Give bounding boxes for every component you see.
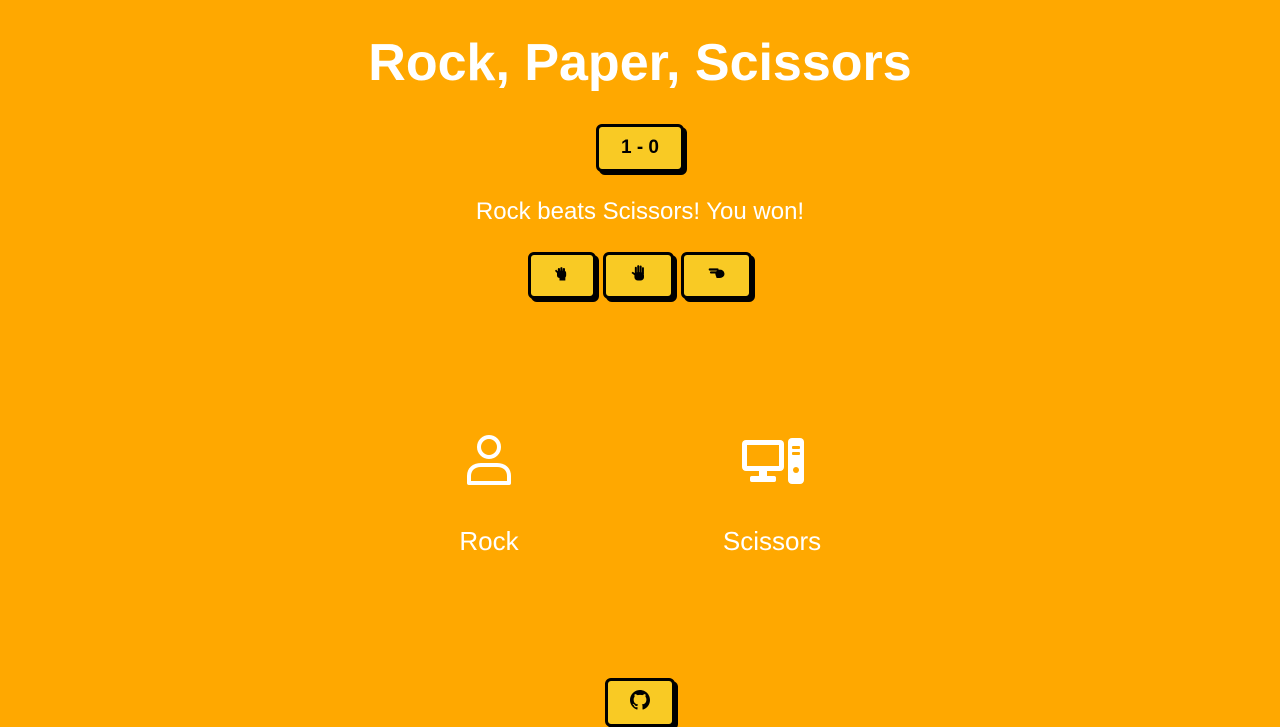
paper-button[interactable]: [603, 252, 674, 299]
player-pick: Rock: [459, 526, 519, 556]
hand-scissors-icon: [707, 263, 727, 288]
user-icon: [389, 434, 589, 491]
rock-button[interactable]: [528, 252, 596, 299]
desktop-computer-icon: [672, 434, 872, 491]
fist-icon: [552, 263, 572, 288]
hand-paper-icon: [629, 263, 649, 288]
score-button[interactable]: 1 - 0: [596, 124, 684, 172]
result-message: Rock beats Scissors! You won!: [475, 198, 805, 225]
github-link-button[interactable]: [605, 678, 675, 727]
computer-panel: Scissors: [672, 434, 872, 557]
scissors-button[interactable]: [681, 252, 752, 299]
github-icon: [630, 690, 650, 715]
computer-pick: Scissors: [722, 526, 822, 556]
player-panel: Rock: [389, 434, 589, 557]
page-title: Rock, Paper, Scissors: [368, 34, 912, 92]
score-label: 1 - 0: [620, 137, 660, 158]
